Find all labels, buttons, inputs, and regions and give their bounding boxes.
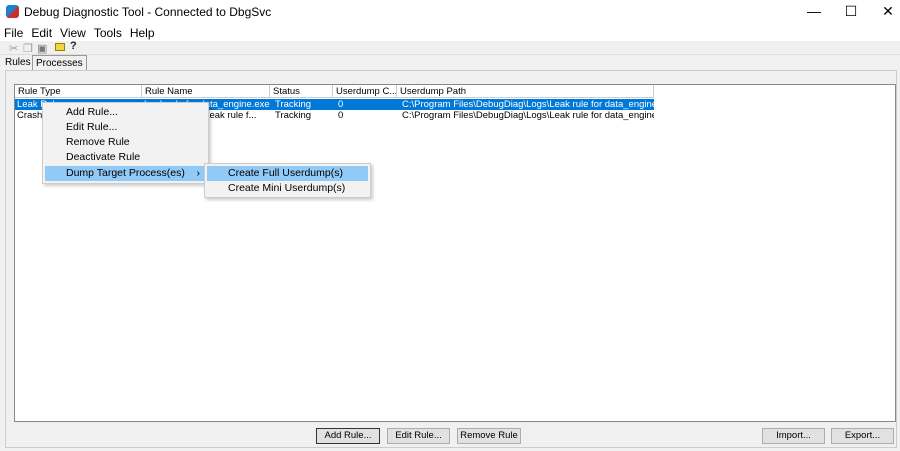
export-button[interactable]: Export... [831,428,894,444]
maximize-button[interactable]: ☐ [833,0,869,23]
cut-icon[interactable]: ✂ [9,42,18,55]
copy-icon[interactable]: ❐ [23,42,33,55]
app-icon [6,5,19,18]
menu-help[interactable]: Help [126,23,159,40]
menu-tools[interactable]: Tools [90,23,126,40]
toolbar: ✂ ❐ ▣ ? [0,40,900,55]
menu-item-remove-rule[interactable]: Remove Rule [66,135,130,150]
window-title: Debug Diagnostic Tool - Connected to Dbg… [24,5,272,19]
menu-item-create-full-userdump[interactable]: Create Full Userdump(s) [207,166,368,181]
menu-item-create-mini-userdump[interactable]: Create Mini Userdump(s) [228,181,345,196]
add-rule-button[interactable]: Add Rule... [316,428,380,444]
menu-view[interactable]: View [56,23,90,40]
cell-count: 0 [338,110,344,121]
tab-processes[interactable]: Processes [32,55,87,70]
cell-status: Tracking [275,110,312,121]
title-bar: Debug Diagnostic Tool - Connected to Dbg… [0,0,900,23]
import-button[interactable]: Import... [762,428,825,444]
help-icon[interactable]: ? [70,40,77,52]
submenu: Create Full Userdump(s) Create Mini User… [204,163,371,198]
cell-count: 0 [338,99,344,110]
chevron-right-icon: › [196,167,201,179]
open-folder-icon[interactable] [55,43,65,51]
remove-rule-button[interactable]: Remove Rule [457,428,521,444]
menu-file[interactable]: File [0,23,27,40]
cell-status: Tracking [275,99,312,110]
column-userdump-path[interactable]: Userdump Path [397,85,654,98]
column-userdump-count[interactable]: Userdump C... [333,85,397,98]
cell-path: C:\Program Files\DebugDiag\Logs\Leak rul… [402,110,654,121]
tab-rules[interactable]: Rules [2,55,34,70]
menu-item-add-rule[interactable]: Add Rule... [66,105,118,120]
cell-path: C:\Program Files\DebugDiag\Logs\Leak rul… [402,99,654,110]
menu-item-dump-target[interactable]: Dump Target Process(es) › [45,166,206,181]
minimize-button[interactable]: — [796,0,832,23]
context-menu: Add Rule... Edit Rule... Remove Rule Dea… [42,102,209,184]
column-status[interactable]: Status [270,85,333,98]
menu-bar: File Edit View Tools Help [0,23,900,41]
menu-item-edit-rule[interactable]: Edit Rule... [66,120,117,135]
menu-item-label: Dump Target Process(es) [66,167,185,179]
column-rule-name[interactable]: Rule Name [142,85,270,98]
edit-rule-button[interactable]: Edit Rule... [387,428,450,444]
column-rule-type[interactable]: Rule Type [15,85,142,98]
menu-item-deactivate-rule[interactable]: Deactivate Rule [66,150,140,165]
paste-icon[interactable]: ▣ [37,42,47,55]
close-button[interactable]: ✕ [870,0,900,23]
menu-edit[interactable]: Edit [27,23,56,40]
